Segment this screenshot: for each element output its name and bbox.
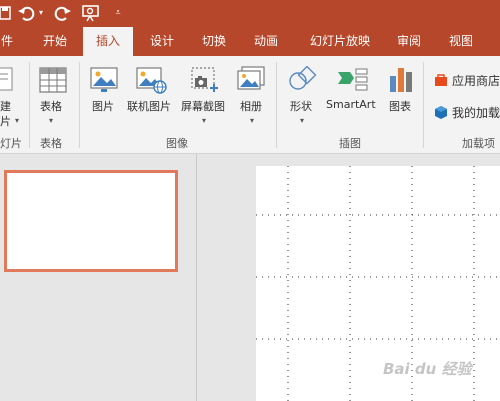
separator: [29, 62, 30, 148]
present-from-start-icon[interactable]: [80, 3, 102, 23]
shapes-dropdown-icon[interactable]: ▾: [300, 116, 304, 125]
tab-transitions[interactable]: 切换: [191, 27, 237, 56]
smartart-icon[interactable]: [337, 66, 369, 98]
separator: [79, 62, 80, 148]
new-slide-icon[interactable]: [0, 66, 14, 98]
my-addins-label[interactable]: 我的加载: [452, 104, 500, 121]
chart-label[interactable]: 图表: [389, 98, 411, 114]
my-addins-icon[interactable]: [434, 104, 448, 123]
picture-icon[interactable]: [90, 66, 118, 98]
title-bar: ▾ ⩡: [0, 0, 500, 27]
slides-group-label: 灯片: [0, 137, 22, 150]
tab-design[interactable]: 设计: [139, 27, 185, 56]
new-slide-label[interactable]: 建: [0, 98, 11, 114]
screenshot-label[interactable]: 屏幕截图: [181, 98, 225, 114]
picture-label[interactable]: 图片: [92, 98, 114, 114]
ribbon-insert: 建 片 ▾ 灯片 表格 ▾ 表格 图片 联机图片 屏幕截图 ▾ 相册 ▾ 图像 …: [0, 56, 500, 154]
tab-file[interactable]: 件: [0, 27, 14, 56]
online-picture-label[interactable]: 联机图片: [127, 98, 171, 114]
illustrations-group-label: 插图: [339, 137, 361, 150]
undo-dropdown-icon[interactable]: ▾: [37, 3, 45, 23]
screenshot-dropdown-icon[interactable]: ▾: [202, 116, 206, 125]
addins-group-label: 加载项: [462, 137, 495, 150]
online-picture-icon[interactable]: [136, 66, 168, 98]
table-dropdown-icon[interactable]: ▾: [49, 116, 53, 125]
chart-icon[interactable]: [388, 66, 416, 98]
table-icon[interactable]: [39, 66, 67, 98]
tab-animations[interactable]: 动画: [243, 27, 289, 56]
tab-slideshow[interactable]: 幻灯片放映: [300, 27, 380, 56]
images-group-label: 图像: [166, 137, 188, 150]
new-slide-label-2[interactable]: 片: [0, 113, 11, 129]
save-icon[interactable]: [0, 3, 14, 23]
shapes-icon[interactable]: [288, 65, 318, 98]
customize-qat-icon[interactable]: ⩡: [113, 3, 123, 23]
screenshot-icon[interactable]: [190, 66, 220, 98]
shapes-label[interactable]: 形状: [290, 98, 312, 114]
tab-review[interactable]: 审阅: [386, 27, 432, 56]
undo-icon[interactable]: [17, 3, 37, 23]
separator: [423, 62, 424, 148]
tab-insert[interactable]: 插入: [83, 27, 133, 56]
watermark: Bai du 经验: [383, 360, 472, 378]
new-slide-dropdown-icon[interactable]: ▾: [15, 116, 19, 125]
store-label[interactable]: 应用商店: [452, 72, 500, 89]
smartart-label[interactable]: SmartArt: [326, 98, 376, 111]
photo-album-dropdown-icon[interactable]: ▾: [250, 116, 254, 125]
photo-album-label[interactable]: 相册: [240, 98, 262, 114]
table-label[interactable]: 表格: [40, 98, 62, 114]
ribbon-tab-bar: 件 开始 插入 设计 切换 动画 幻灯片放映 审阅 视图: [0, 27, 500, 56]
tab-view[interactable]: 视图: [438, 27, 484, 56]
store-icon[interactable]: [434, 72, 448, 91]
slide-thumbnail[interactable]: [4, 170, 178, 272]
photo-album-icon[interactable]: [237, 66, 267, 98]
separator: [276, 62, 277, 148]
tab-home[interactable]: 开始: [32, 27, 78, 56]
tables-group-label: 表格: [40, 137, 62, 150]
redo-icon[interactable]: [52, 3, 72, 23]
